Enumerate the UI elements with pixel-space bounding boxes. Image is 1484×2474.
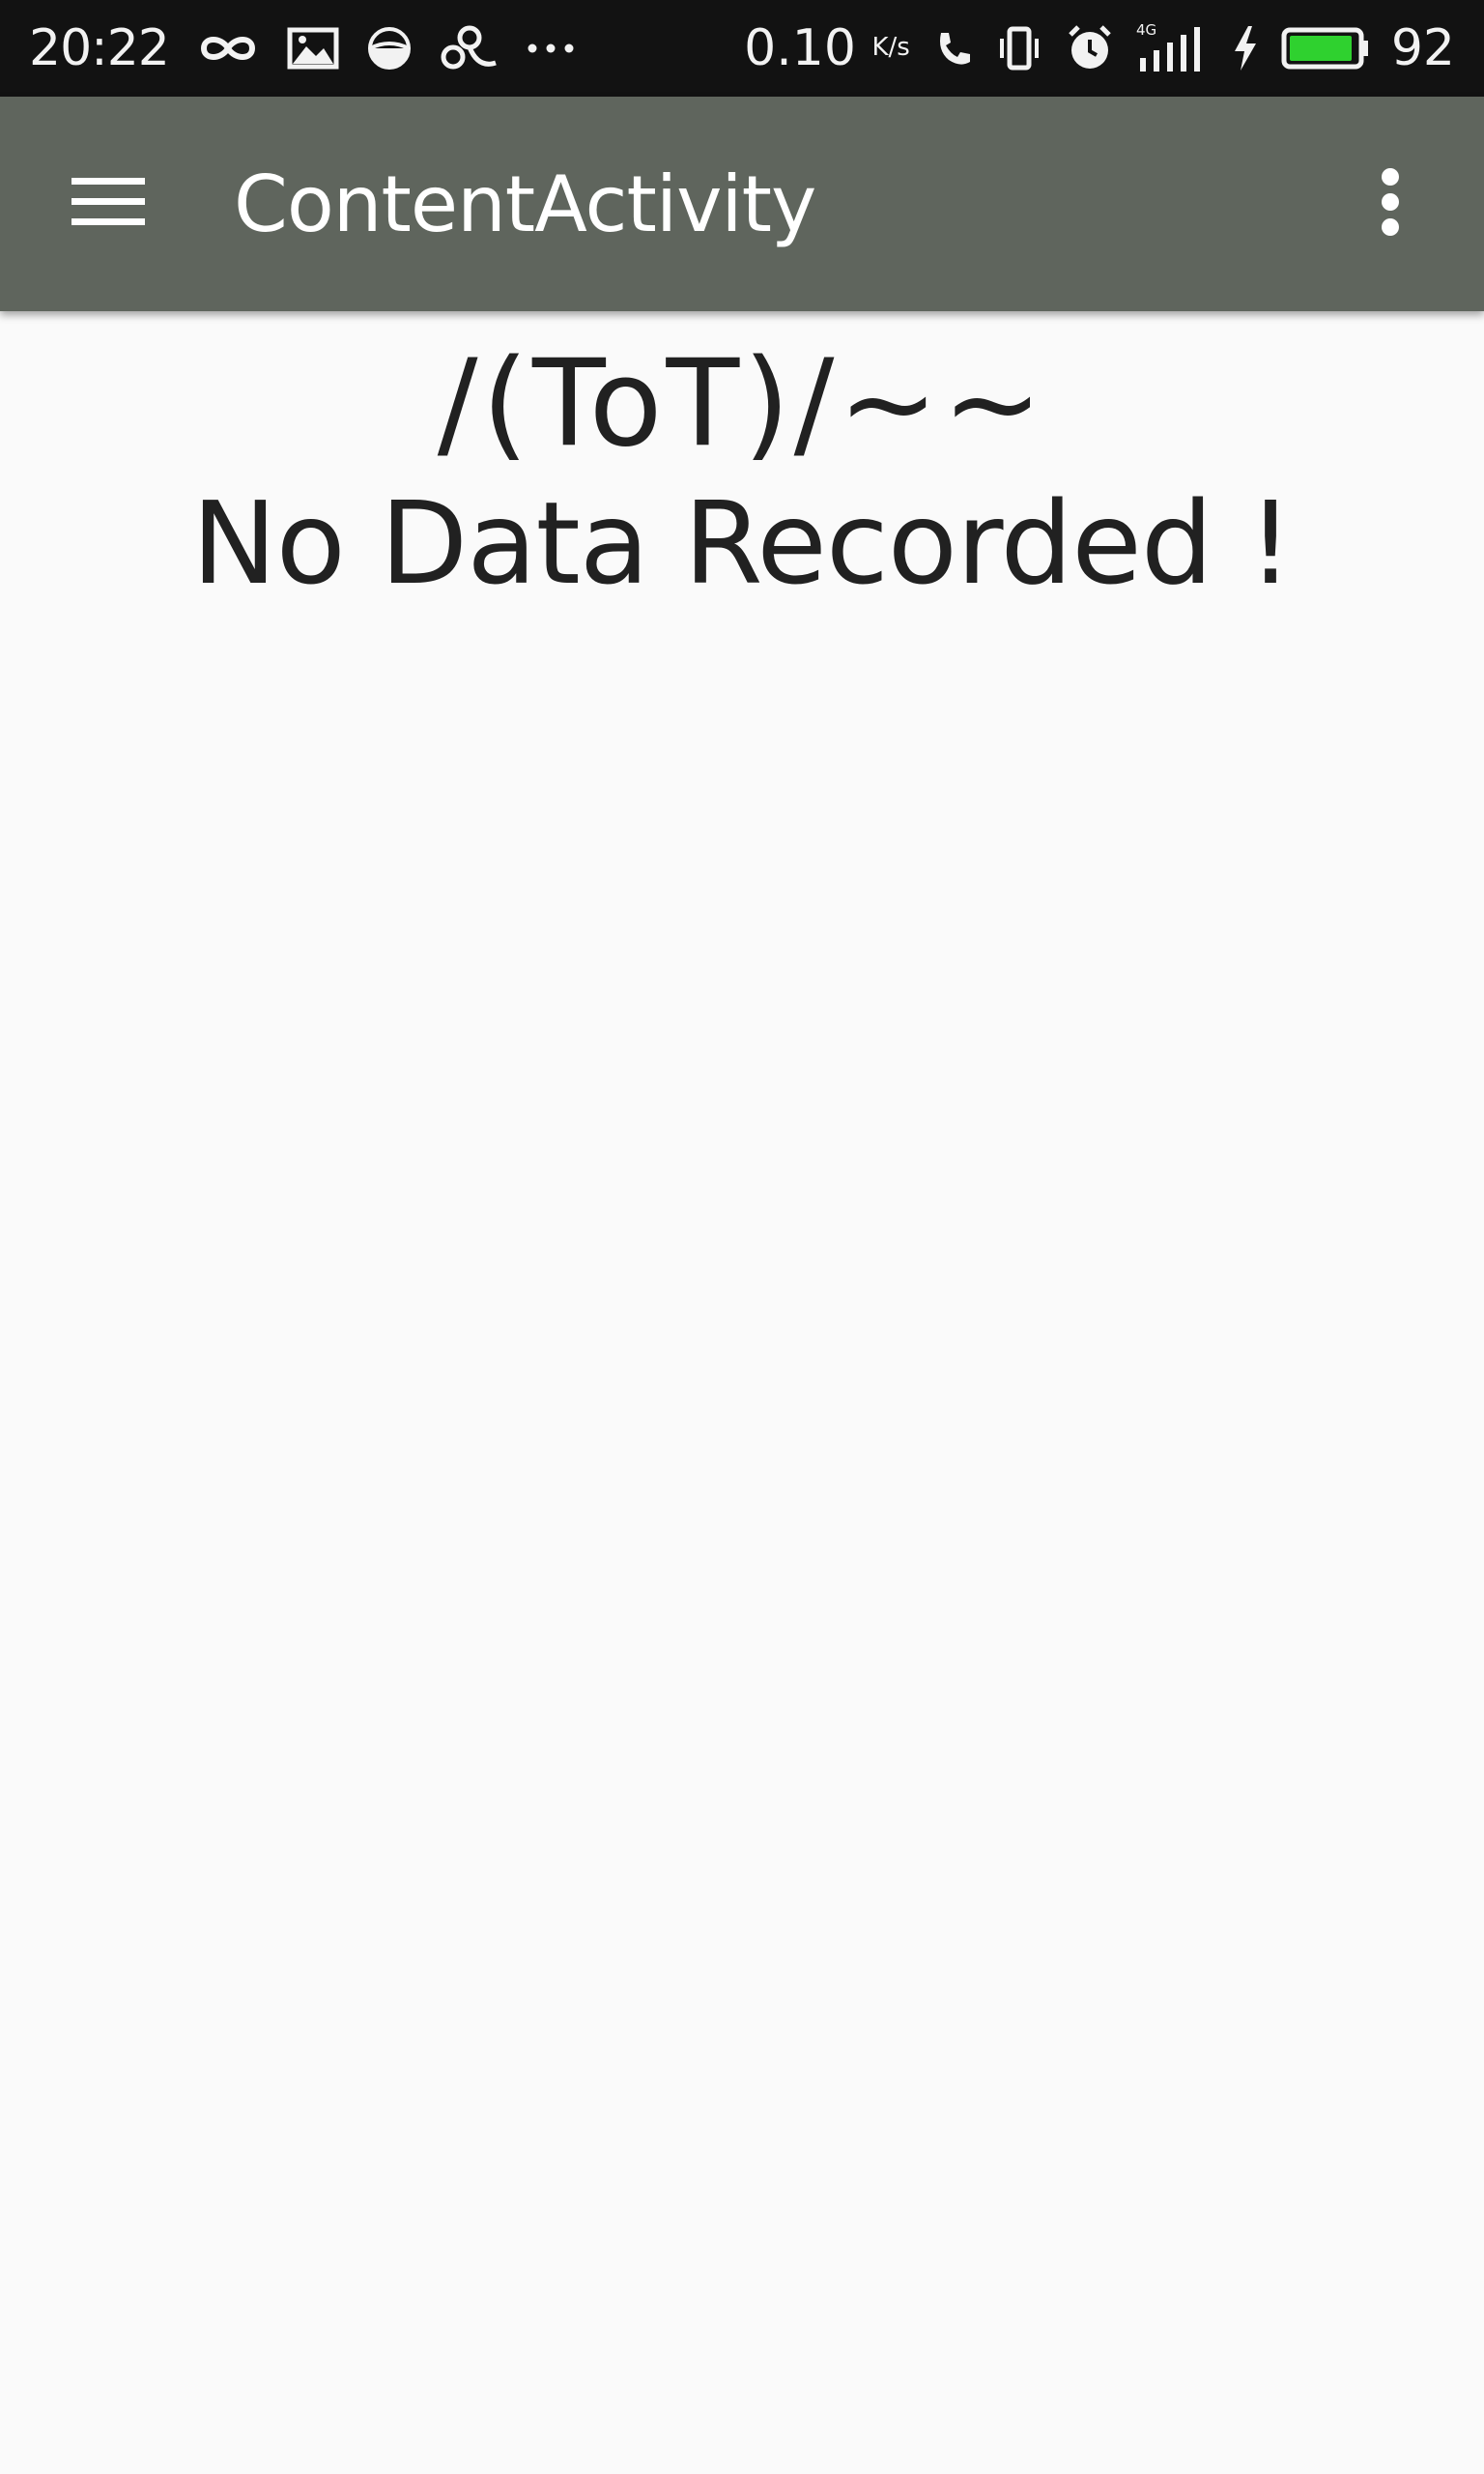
overflow-menu-button[interactable] (1347, 151, 1434, 257)
overflow-menu-icon (1379, 168, 1402, 240)
charging-icon (1231, 24, 1260, 72)
network-speed: 0.10 K/s (744, 19, 910, 77)
infinity-icon (196, 29, 260, 68)
alarm-icon (1065, 23, 1115, 73)
more-dots-icon (527, 39, 575, 58)
empty-state-emoticon: /(ToT)/~~ (437, 334, 1047, 474)
empty-state: /(ToT)/~~ No Data Recorded ! (0, 311, 1484, 611)
status-bar-right: 0.10 K/s 4G 92 (744, 19, 1455, 77)
navigation-menu-button[interactable] (60, 156, 157, 252)
vibrate-icon (995, 24, 1043, 72)
pinwheel-icon (440, 24, 499, 72)
empty-state-message: No Data Recorded ! (191, 476, 1293, 610)
hamburger-menu-icon (71, 176, 145, 232)
page-title: ContentActivity (234, 158, 816, 249)
battery-percent: 92 (1390, 19, 1455, 77)
clock: 20:22 (29, 19, 170, 77)
network-speed-unit: K/s (871, 33, 910, 62)
network-speed-value: 0.10 (744, 19, 856, 77)
status-bar: 20:22 0.10 K/s 4G 92 (0, 0, 1484, 97)
signal-icon: 4G (1136, 21, 1210, 75)
phone-call-icon (931, 27, 974, 70)
network-type-label: 4G (1136, 21, 1156, 39)
battery-level-fill (1289, 36, 1352, 61)
half-circle-icon (366, 25, 413, 72)
battery-icon (1281, 24, 1370, 72)
status-bar-left: 20:22 (29, 19, 575, 77)
image-icon (287, 27, 339, 70)
app-bar: ContentActivity (0, 97, 1484, 311)
